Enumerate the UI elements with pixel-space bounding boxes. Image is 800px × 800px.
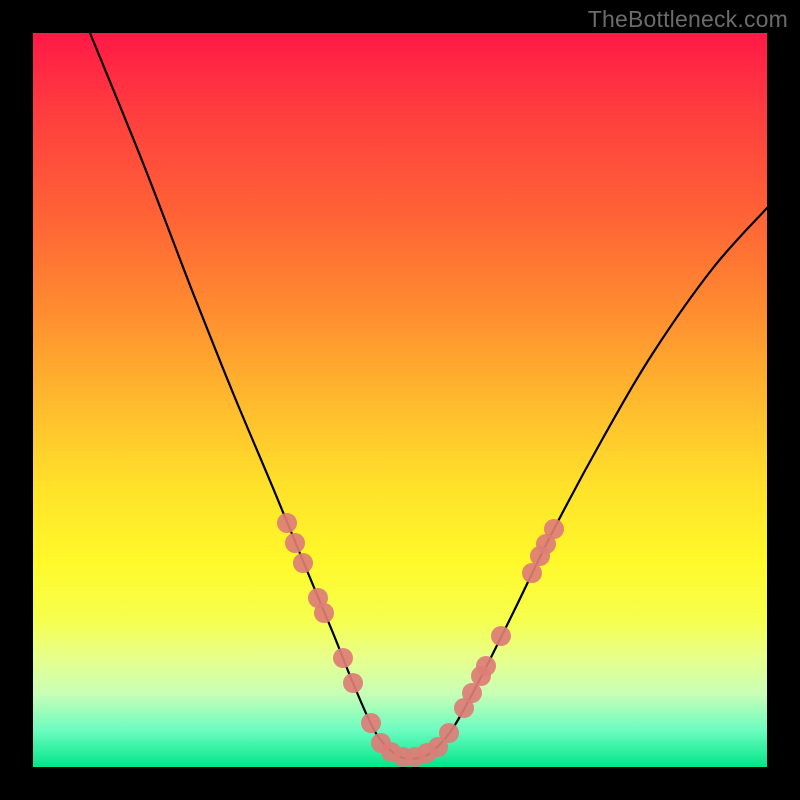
- curve-marker: [285, 533, 305, 553]
- curve-marker: [277, 513, 297, 533]
- curve-marker: [462, 683, 482, 703]
- outer-frame: TheBottleneck.com: [0, 0, 800, 800]
- curve-marker: [476, 656, 496, 676]
- curve-marker: [293, 553, 313, 573]
- curve-marker: [343, 673, 363, 693]
- chart-plot-area: [33, 33, 767, 767]
- curve-marker: [439, 723, 459, 743]
- curve-marker: [491, 626, 511, 646]
- curve-marker: [361, 713, 381, 733]
- curve-marker: [544, 519, 564, 539]
- curve-markers: [277, 513, 564, 767]
- curve-marker: [333, 648, 353, 668]
- curve-marker: [522, 563, 542, 583]
- chart-svg: [33, 33, 767, 767]
- curve-marker: [314, 603, 334, 623]
- watermark-text: TheBottleneck.com: [588, 6, 788, 33]
- bottleneck-curve: [90, 33, 767, 759]
